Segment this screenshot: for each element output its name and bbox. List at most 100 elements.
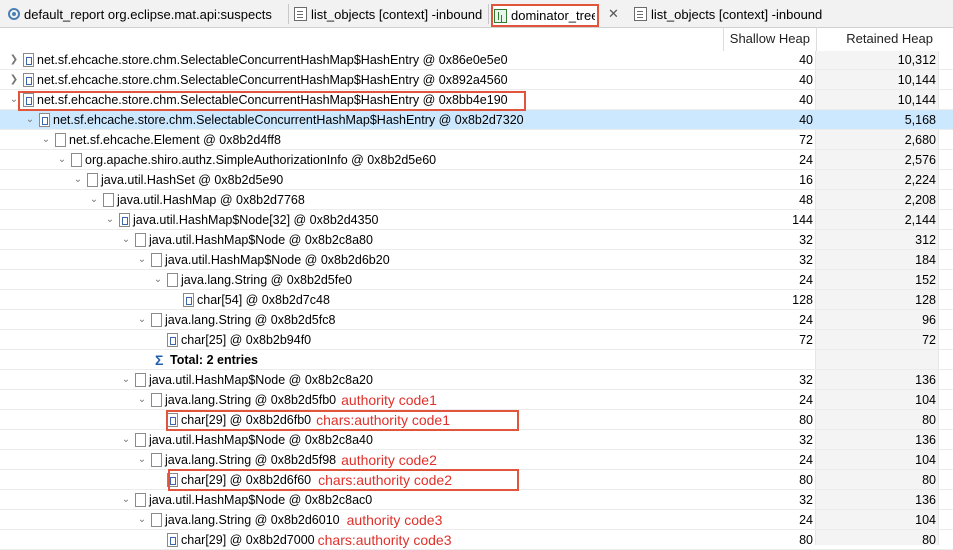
- table-row[interactable]: char[54] @ 0x8b2d7c48 128 128: [0, 290, 953, 310]
- row-label: java.util.HashSet @ 0x8b2d5e90: [101, 172, 284, 187]
- collapse-icon[interactable]: ⌄: [120, 490, 132, 510]
- table-row[interactable]: ⌄ java.util.HashMap$Node @ 0x8b2c8a20 32 1…: [0, 370, 953, 390]
- tab-list-objects-1[interactable]: list_objects [context] -inbound: [292, 4, 489, 24]
- shallow-heap-value: 80: [799, 413, 813, 427]
- collapse-icon[interactable]: ⌄: [120, 430, 132, 450]
- retained-heap-value: 136: [915, 433, 936, 447]
- retained-heap-value: 104: [915, 393, 936, 407]
- retained-heap-value: 184: [915, 253, 936, 267]
- column-header-shallow-heap[interactable]: Shallow Heap: [723, 27, 815, 51]
- row-label: java.util.HashMap$Node @ 0x8b2c8a40: [149, 432, 373, 447]
- collapse-icon[interactable]: ⌄: [136, 510, 148, 530]
- tab-label: list_objects [context] -inbound: [311, 6, 483, 22]
- retained-heap-value: 152: [915, 273, 936, 287]
- table-row[interactable]: char[29] @ 0x8b2d7000 chars:authority cod…: [0, 530, 953, 550]
- collapse-icon[interactable]: ⌄: [136, 250, 148, 270]
- table-row-selected[interactable]: ⌄ net.sf.ehcache.store.chm.SelectableConc…: [0, 110, 953, 130]
- collapse-icon[interactable]: ⌄: [136, 390, 148, 410]
- table-row[interactable]: ⌄ java.lang.String @ 0x8b2d5f98 authority …: [0, 450, 953, 470]
- table-row[interactable]: char[25] @ 0x8b2b94f0 72 72: [0, 330, 953, 350]
- collapse-icon[interactable]: ⌄: [88, 190, 100, 210]
- row-label: java.util.HashMap @ 0x8b2d7768: [117, 192, 305, 207]
- shallow-heap-value: 32: [799, 253, 813, 267]
- row-label: java.util.HashMap$Node @ 0x8b2c8a20: [149, 372, 373, 387]
- object-icon: [87, 172, 98, 187]
- table-row[interactable]: ⌄ java.lang.String @ 0x8b2d5fe0 24 152: [0, 270, 953, 290]
- row-label: java.util.HashMap$Node @ 0x8b2d6b20: [165, 252, 390, 267]
- column-header-retained-heap[interactable]: Retained Heap: [816, 27, 938, 51]
- retained-heap-value: 2,680: [904, 133, 936, 147]
- row-label: net.sf.ehcache.Element @ 0x8b2d4ff8: [69, 132, 281, 147]
- table-row[interactable]: ⌄ java.util.HashMap$Node @ 0x8b2c8ac0 32 1…: [0, 490, 953, 510]
- table-row[interactable]: ⌄ net.sf.ehcache.Element @ 0x8b2d4ff8 72 2…: [0, 130, 953, 150]
- table-row[interactable]: ⌄ org.apache.shiro.authz.SimpleAuthorizat…: [0, 150, 953, 170]
- table-row[interactable]: ⌄ java.util.HashSet @ 0x8b2d5e90 16 2,224: [0, 170, 953, 190]
- table-row[interactable]: ❯ net.sf.ehcache.store.chm.SelectableConc…: [0, 70, 953, 90]
- collapse-icon[interactable]: ⌄: [56, 150, 68, 170]
- table-row[interactable]: ❯ net.sf.ehcache.store.chm.SelectableConc…: [0, 50, 953, 70]
- collapse-icon[interactable]: ⌄: [120, 370, 132, 390]
- table-row[interactable]: ⌄ java.util.HashMap @ 0x8b2d7768 48 2,208: [0, 190, 953, 210]
- shallow-heap-value: 128: [792, 293, 813, 307]
- retained-heap-value: 2,576: [904, 153, 936, 167]
- tab-dominator-tree[interactable]: dominator_tree: [491, 4, 599, 27]
- object-icon: [151, 252, 162, 267]
- array-icon: [167, 532, 178, 547]
- shallow-heap-value: 24: [799, 453, 813, 467]
- tab-list-objects-2[interactable]: list_objects [context] -inbound: [632, 4, 832, 24]
- shallow-heap-value: 24: [799, 153, 813, 167]
- annotation-authority-code3: authority code3: [346, 511, 443, 528]
- object-icon: [135, 492, 146, 507]
- table-row[interactable]: ⌄ java.util.HashMap$Node @ 0x8b2d6b20 32 1…: [0, 250, 953, 270]
- sum-icon: Σ: [155, 351, 164, 368]
- collapse-icon[interactable]: ⌄: [72, 170, 84, 190]
- collapse-icon[interactable]: ⌄: [24, 110, 36, 130]
- collapse-icon[interactable]: ⌄: [136, 450, 148, 470]
- annotation-authority-code2: authority code2: [341, 451, 437, 468]
- retained-heap-value: 5,168: [904, 113, 936, 127]
- expand-icon[interactable]: ❯: [8, 50, 20, 70]
- retained-heap-value: 96: [922, 313, 936, 327]
- table-row-total[interactable]: Σ Total: 2 entries: [0, 350, 953, 370]
- table-row[interactable]: ⌄ java.util.HashMap$Node[32] @ 0x8b2d4350…: [0, 210, 953, 230]
- shallow-heap-value: 32: [799, 493, 813, 507]
- close-icon[interactable]: ✕: [608, 6, 619, 22]
- table-row[interactable]: ⌄ java.lang.String @ 0x8b2d6010 authority …: [0, 510, 953, 530]
- collapse-icon[interactable]: ⌄: [136, 310, 148, 330]
- object-icon: [55, 132, 66, 147]
- tab-default-report[interactable]: default_report org.eclipse.mat.api:suspe…: [6, 4, 289, 24]
- highlight-box-char-code1: [166, 410, 519, 431]
- retained-heap-value: 128: [915, 293, 936, 307]
- retained-heap-value: 80: [922, 413, 936, 427]
- shallow-heap-value: 32: [799, 433, 813, 447]
- shallow-heap-value: 40: [799, 113, 813, 127]
- array-icon: [167, 332, 178, 347]
- shallow-heap-value: 40: [799, 53, 813, 67]
- dominator-tree-icon: [494, 8, 507, 23]
- table-row[interactable]: ⌄ java.util.HashMap$Node @ 0x8b2c8a80 32 3…: [0, 230, 953, 250]
- shallow-heap-value: 24: [799, 273, 813, 287]
- collapse-icon[interactable]: ⌄: [120, 230, 132, 250]
- annotation-authority-code1: authority code1: [341, 391, 437, 408]
- row-label: char[54] @ 0x8b2d7c48: [197, 292, 330, 307]
- row-label: java.util.HashMap$Node[32] @ 0x8b2d4350: [133, 212, 379, 227]
- highlight-box-hashentry: [18, 91, 526, 111]
- collapse-icon[interactable]: ⌄: [40, 130, 52, 150]
- retained-heap-value: 104: [915, 453, 936, 467]
- row-label: org.apache.shiro.authz.SimpleAuthorizati…: [85, 152, 437, 167]
- retained-heap-value: 72: [922, 333, 936, 347]
- retained-heap-value: 80: [922, 473, 936, 487]
- tab-label: list_objects [context] -inbound: [651, 6, 823, 22]
- tab-close-button[interactable]: ✕: [604, 4, 622, 24]
- expand-icon[interactable]: ❯: [8, 70, 20, 90]
- table-row[interactable]: ⌄ java.lang.String @ 0x8b2d5fb0 authority …: [0, 390, 953, 410]
- table-row[interactable]: ⌄ java.lang.String @ 0x8b2d5fc8 24 96: [0, 310, 953, 330]
- object-icon: [23, 72, 34, 87]
- retained-heap-value: 10,312: [897, 53, 936, 67]
- collapse-icon[interactable]: ⌄: [152, 270, 164, 290]
- list-icon: [294, 7, 307, 21]
- annotation-chars-code3: chars:authority code3: [317, 531, 452, 548]
- row-label: java.lang.String @ 0x8b2d5f98: [165, 452, 337, 467]
- collapse-icon[interactable]: ⌄: [104, 210, 116, 230]
- table-row[interactable]: ⌄ java.util.HashMap$Node @ 0x8b2c8a40 32 1…: [0, 430, 953, 450]
